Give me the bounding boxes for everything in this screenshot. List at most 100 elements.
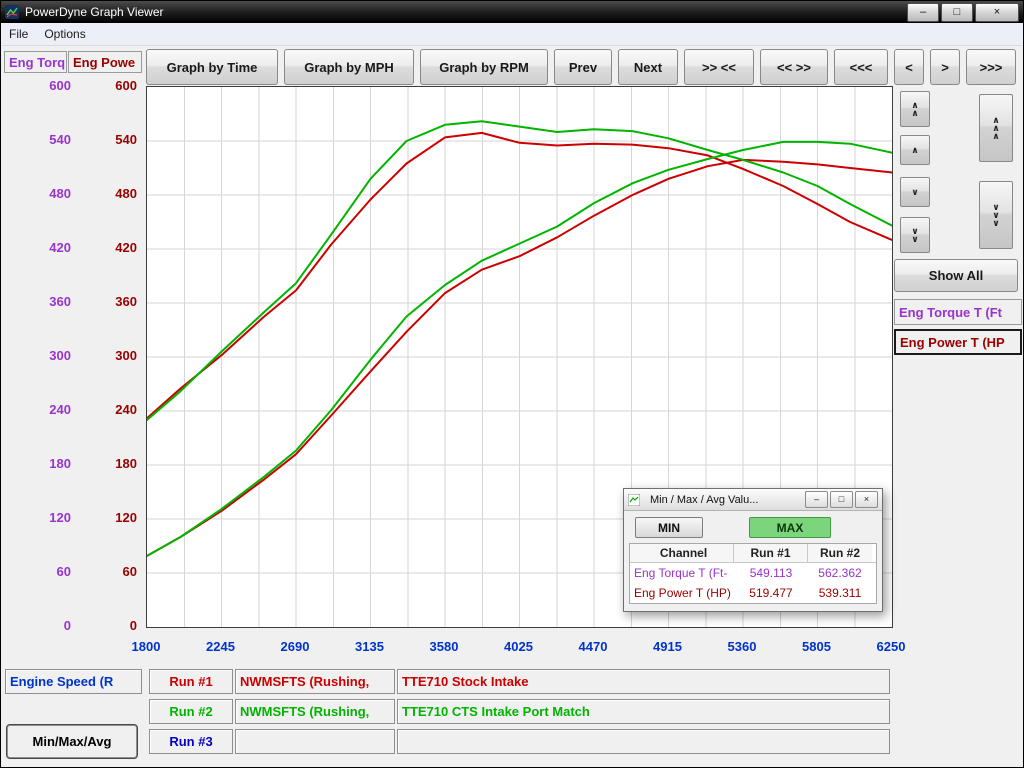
y-tick-torque: 240	[29, 402, 71, 417]
chevron-up-icon: ∧	[911, 146, 918, 154]
tab-eng-torque[interactable]: Eng Torq	[4, 51, 67, 73]
minmax-close-button[interactable]: ×	[855, 491, 878, 508]
y-tick-power: 480	[95, 186, 137, 201]
y-tick-power: 60	[95, 564, 137, 579]
y-tick-torque: 540	[29, 132, 71, 147]
minmax-titlebar[interactable]: Min / Max / Avg Valu... – □ ×	[624, 489, 882, 511]
menu-file[interactable]: File	[9, 27, 28, 41]
run1-description-box: TTE710 Stock Intake	[397, 669, 890, 694]
legend-eng-power[interactable]: Eng Power T (HP	[894, 329, 1022, 355]
table-row-power: Eng Power T (HP) 519.477 539.311	[630, 583, 876, 603]
y-tick-torque: 420	[29, 240, 71, 255]
menu-options[interactable]: Options	[44, 27, 85, 41]
cell-run1-value: 549.113	[734, 566, 808, 580]
scroll-up-double-button[interactable]: ∧∧	[900, 91, 930, 127]
cell-run1-value: 519.477	[734, 586, 808, 600]
y-tick-power: 300	[95, 348, 137, 363]
x-tick-rpm: 6250	[859, 639, 923, 654]
cell-channel: Eng Torque T (Ft-	[630, 566, 734, 580]
run1-dyno-box: NWMSFTS (Rushing,	[235, 669, 395, 694]
y-tick-torque: 600	[29, 78, 71, 93]
menu-bar: File Options	[1, 23, 1023, 46]
run3-label[interactable]: Run #3	[149, 729, 233, 754]
table-row-torque: Eng Torque T (Ft- 549.113 562.362	[630, 563, 876, 583]
far-left-button[interactable]: <<<	[834, 49, 888, 85]
chevron-down-icon: ∨	[911, 188, 918, 196]
minimize-button[interactable]: –	[907, 3, 939, 22]
y-tick-torque: 120	[29, 510, 71, 525]
minmax-minimize-button[interactable]: –	[805, 491, 828, 508]
scroll-down-page-button[interactable]: ∨∨∨	[979, 181, 1013, 249]
run1-label[interactable]: Run #1	[149, 669, 233, 694]
run2-label[interactable]: Run #2	[149, 699, 233, 724]
far-right-button[interactable]: >>>	[966, 49, 1016, 85]
x-tick-rpm: 4025	[487, 639, 551, 654]
x-tick-rpm: 5360	[710, 639, 774, 654]
x-tick-rpm: 5805	[785, 639, 849, 654]
chevron-down-icon: ∨	[911, 235, 918, 243]
tab-eng-power[interactable]: Eng Powe	[68, 51, 142, 73]
zoom-in-button[interactable]: >> <<	[684, 49, 754, 85]
x-tick-rpm: 2690	[263, 639, 327, 654]
chevron-up-icon: ∧	[992, 132, 999, 140]
run3-dyno-box	[235, 729, 395, 754]
window-title: PowerDyne Graph Viewer	[25, 5, 164, 19]
x-tick-rpm: 2245	[189, 639, 253, 654]
y-tick-torque: 180	[29, 456, 71, 471]
min-button[interactable]: MIN	[635, 517, 703, 538]
scroll-up-button[interactable]: ∧	[900, 135, 930, 165]
maximize-button[interactable]: □	[941, 3, 973, 22]
column-header-run1[interactable]: Run #1	[734, 544, 808, 562]
max-button[interactable]: MAX	[749, 517, 831, 538]
scroll-down-button[interactable]: ∨	[900, 177, 930, 207]
right-button[interactable]: >	[930, 49, 960, 85]
prev-button[interactable]: Prev	[554, 49, 612, 85]
run2-dyno-box: NWMSFTS (Rushing,	[235, 699, 395, 724]
cell-run2-value: 539.311	[808, 586, 872, 600]
legend-eng-torque[interactable]: Eng Torque T (Ft	[894, 299, 1022, 325]
y-tick-torque: 480	[29, 186, 71, 201]
run3-description-box	[397, 729, 890, 754]
y-tick-torque: 360	[29, 294, 71, 309]
y-tick-power: 120	[95, 510, 137, 525]
x-tick-rpm: 4470	[561, 639, 625, 654]
minmaxavg-button[interactable]: Min/Max/Avg	[7, 725, 137, 758]
y-tick-torque: 0	[29, 618, 71, 633]
cell-run2-value: 562.362	[808, 566, 872, 580]
y-tick-power: 360	[95, 294, 137, 309]
show-all-button[interactable]: Show All	[894, 259, 1018, 292]
y-tick-power: 600	[95, 78, 137, 93]
minmax-restore-button[interactable]: □	[830, 491, 853, 508]
minmax-window-icon	[628, 494, 640, 506]
title-bar[interactable]: PowerDyne Graph Viewer – □ ×	[1, 1, 1023, 23]
y-tick-torque: 60	[29, 564, 71, 579]
column-header-run2[interactable]: Run #2	[808, 544, 872, 562]
graph-by-mph-button[interactable]: Graph by MPH	[284, 49, 414, 85]
x-tick-rpm: 1800	[114, 639, 178, 654]
x-channel-box[interactable]: Engine Speed (R	[5, 669, 142, 694]
next-button[interactable]: Next	[618, 49, 678, 85]
minmax-table: Channel Run #1 Run #2 Eng Torque T (Ft- …	[629, 543, 877, 604]
chevron-up-icon: ∧	[911, 109, 918, 117]
y-tick-power: 420	[95, 240, 137, 255]
y-tick-power: 540	[95, 132, 137, 147]
chevron-down-icon: ∨	[992, 219, 999, 227]
close-button[interactable]: ×	[975, 3, 1019, 22]
y-tick-torque: 300	[29, 348, 71, 363]
left-button[interactable]: <	[894, 49, 924, 85]
graph-by-time-button[interactable]: Graph by Time	[146, 49, 278, 85]
y-tick-power: 240	[95, 402, 137, 417]
x-tick-rpm: 4915	[636, 639, 700, 654]
x-tick-rpm: 3580	[412, 639, 476, 654]
minmax-title: Min / Max / Avg Valu...	[650, 494, 805, 506]
scroll-down-double-button[interactable]: ∨∨	[900, 217, 930, 253]
graph-by-rpm-button[interactable]: Graph by RPM	[420, 49, 548, 85]
powerdyne-window: PowerDyne Graph Viewer – □ × File Option…	[0, 0, 1024, 768]
y-tick-power: 0	[95, 618, 137, 633]
x-tick-rpm: 3135	[338, 639, 402, 654]
column-header-channel[interactable]: Channel	[630, 544, 734, 562]
scroll-up-page-button[interactable]: ∧∧∧	[979, 94, 1013, 162]
zoom-out-button[interactable]: << >>	[760, 49, 828, 85]
minmax-window: Min / Max / Avg Valu... – □ × MIN MAX Ch…	[623, 488, 883, 612]
cell-channel: Eng Power T (HP)	[630, 586, 734, 600]
